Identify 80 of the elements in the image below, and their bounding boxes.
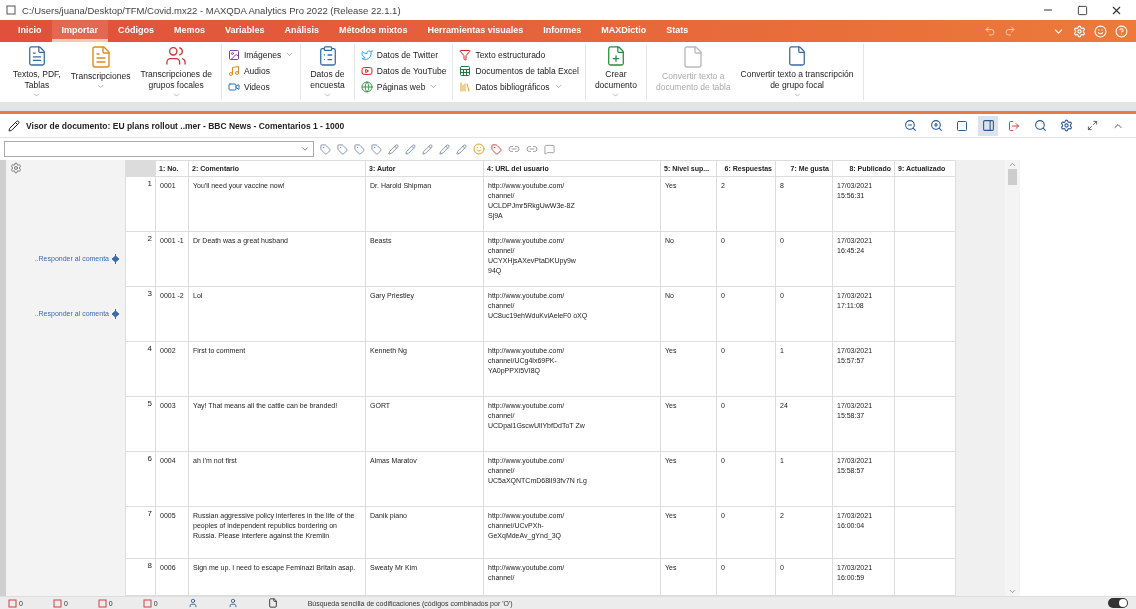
edit-document-icon <box>8 119 20 132</box>
emoji-icon[interactable] <box>473 143 485 155</box>
highlighter-icon[interactable] <box>439 143 450 155</box>
highlighter-icon[interactable] <box>456 143 467 155</box>
ribbon-tab[interactable]: Análisis <box>274 20 330 42</box>
code-tool-icon[interactable] <box>320 143 331 155</box>
pin-icon[interactable] <box>491 143 502 155</box>
ribbon-button[interactable]: Crear documento <box>591 44 640 100</box>
theme-toggle[interactable] <box>1108 598 1128 608</box>
code-tool-icon[interactable] <box>337 143 348 155</box>
highlighter-icon[interactable] <box>422 143 433 155</box>
maximize-icon[interactable] <box>1076 4 1088 16</box>
user-icon[interactable] <box>187 598 198 608</box>
scroll-down-icon[interactable] <box>1008 587 1017 596</box>
ribbon-button[interactable]: Imágenes <box>227 47 295 62</box>
ribbon-button[interactable]: Convertir texto a transcripción de grupo focal <box>737 44 857 100</box>
bird-icon <box>360 48 373 61</box>
video-icon <box>227 80 240 93</box>
spreadsheet-icon <box>459 64 472 77</box>
ribbon-button[interactable]: Textos, PDF, Tablas <box>10 44 64 100</box>
row-number: 3 <box>125 286 156 342</box>
row-number: 6 <box>125 451 156 507</box>
ribbon-button[interactable]: Páginas web <box>360 79 447 94</box>
unlink-icon[interactable] <box>526 143 538 155</box>
highlighter-icon[interactable] <box>405 143 416 155</box>
panel-toggle-button[interactable] <box>978 115 998 136</box>
ribbon-button[interactable]: Datos bibliográficos <box>459 79 579 94</box>
ribbon-button[interactable]: Transcripciones <box>67 44 134 100</box>
frame-icon[interactable] <box>956 119 968 132</box>
row-number: 7 <box>125 506 156 559</box>
row-number: 2 <box>125 231 156 287</box>
play-icon <box>360 64 373 77</box>
ribbon-tab[interactable]: Métodos mixtos <box>329 20 418 42</box>
books-icon <box>459 80 472 93</box>
ribbon-button[interactable]: Texto estructurado <box>459 47 579 62</box>
export-icon[interactable] <box>1008 119 1020 132</box>
row-number: 1 <box>125 176 156 232</box>
ribbon-tab[interactable]: Memos <box>164 20 216 42</box>
comment-icon[interactable] <box>544 143 555 155</box>
redo-icon[interactable] <box>1004 25 1016 37</box>
code-combo-box[interactable] <box>4 141 314 157</box>
image-icon <box>227 48 240 61</box>
globe-icon <box>360 80 373 93</box>
funnel-icon <box>459 48 472 61</box>
user-icon[interactable] <box>227 598 238 608</box>
window-title: C:/Users/juana/Desktop/TFM/Covid.mx22 - MAXQDA Analytics Pro 2022 (Release 22.1.1) <box>22 4 402 16</box>
ribbon-button[interactable]: Audios <box>227 63 295 78</box>
search-icon[interactable] <box>1033 119 1047 132</box>
ribbon-button[interactable]: Videos <box>227 79 295 94</box>
ribbon-button[interactable]: Documentos de tabla Excel <box>459 63 579 78</box>
zoom-out-icon[interactable] <box>903 119 917 132</box>
code-tool-icon[interactable] <box>354 143 365 155</box>
audio-icon <box>227 64 240 77</box>
help-icon[interactable] <box>1115 24 1128 38</box>
undock-icon[interactable] <box>1086 120 1098 131</box>
ribbon-tab[interactable]: Códigos <box>108 20 165 42</box>
ribbon-tab[interactable]: Inicio <box>8 20 52 42</box>
highlighter-icon[interactable] <box>388 143 399 155</box>
ribbon-tab[interactable]: Variables <box>215 20 275 42</box>
app-icon <box>6 5 16 15</box>
code-link-icon <box>112 308 119 319</box>
undo-icon[interactable] <box>984 25 996 37</box>
scroll-up-icon[interactable] <box>1008 160 1017 169</box>
link-icon[interactable] <box>508 143 520 155</box>
ribbon-button[interactable]: Datos de encuesta <box>307 44 348 100</box>
document-viewer-title: Visor de documento: EU plans rollout ..mer - BBC News - Comentarios 1 - 1000 <box>26 120 346 131</box>
ribbon-button[interactable]: Datos de Twitter <box>360 47 447 62</box>
settings-icon[interactable] <box>1059 119 1073 132</box>
row-number: 4 <box>125 341 156 397</box>
zoom-in-icon[interactable] <box>929 119 943 132</box>
code-tool-icon[interactable] <box>371 143 382 155</box>
row-number: 8 <box>125 558 156 596</box>
panel-icon <box>981 119 995 132</box>
scrollbar-thumb[interactable] <box>1008 169 1017 185</box>
code-link-icon <box>112 253 119 264</box>
ribbon-button[interactable]: Datos de YouTube <box>360 63 447 78</box>
row-number: 5 <box>125 396 156 452</box>
settings-icon[interactable] <box>10 162 22 174</box>
smiley-icon[interactable] <box>1094 24 1107 38</box>
ribbon-button[interactable]: Transcripciones de grupos focales <box>137 44 215 100</box>
